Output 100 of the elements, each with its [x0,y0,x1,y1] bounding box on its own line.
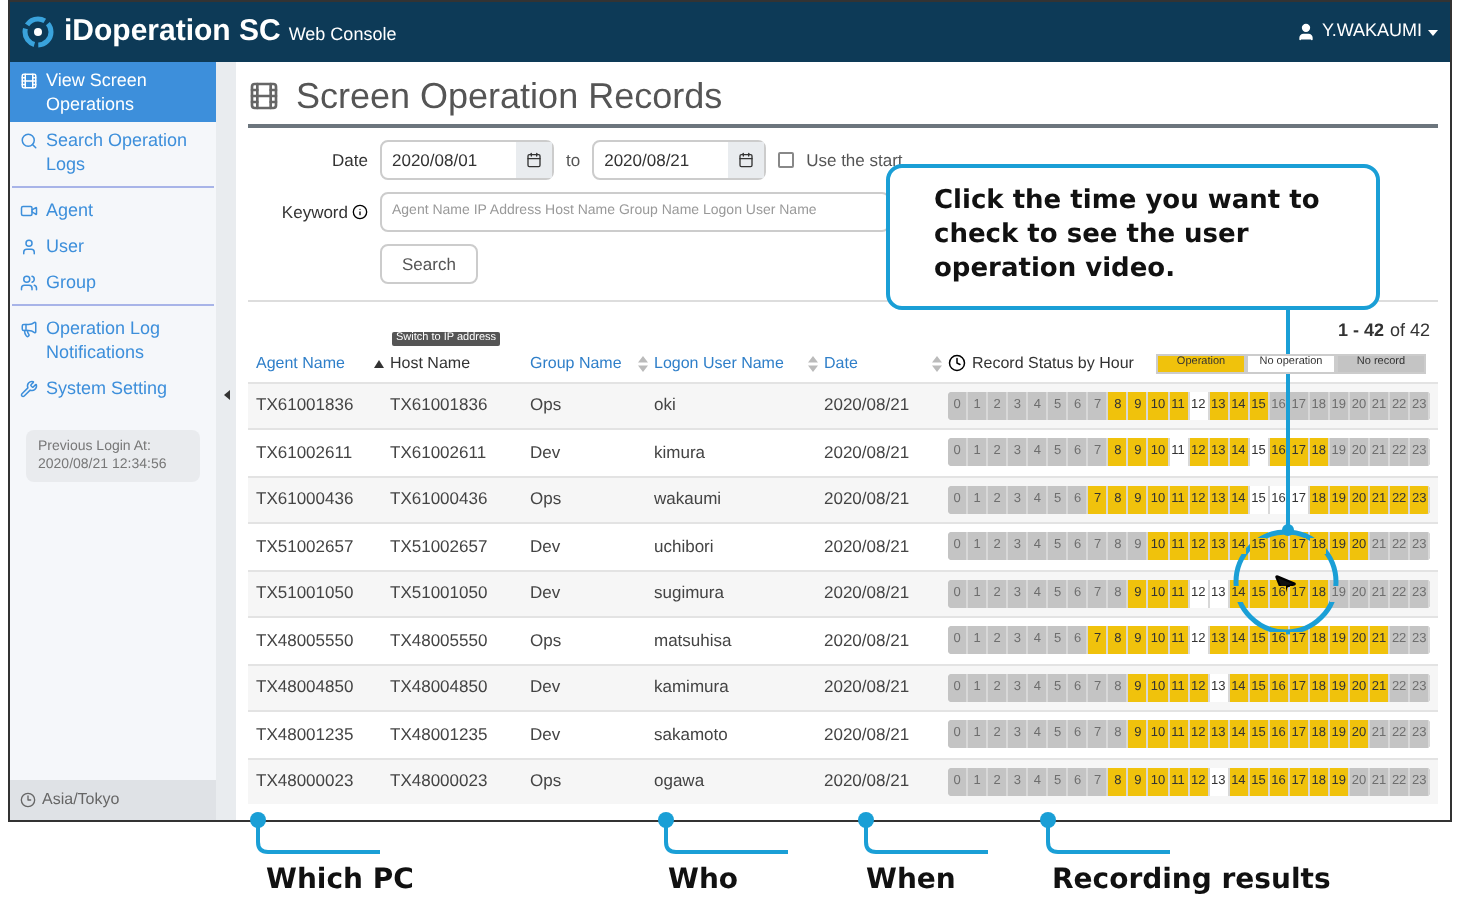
leader-line [248,810,380,858]
start-date-field[interactable]: 2020/08/01 [380,140,554,180]
sort-ascending-icon[interactable] [374,359,384,367]
table-cell: uchibori [654,535,714,556]
table-cell: TX51001050 [256,582,354,603]
column-header[interactable]: Logon User Name [654,351,784,375]
table-cell: TX48004850 [256,676,354,697]
result-total: of 42 [1389,318,1430,344]
table-cell: 2020/08/21 [824,629,910,650]
table-cell: 2020/08/21 [824,723,910,744]
table-cell: TX48001235 [390,723,488,744]
leader-line [856,810,988,858]
wrench-icon [20,379,38,397]
annotation-label: Who [668,862,739,900]
page-title: Screen Operation Records [296,73,723,120]
callout-box: Click the time you want to check to see the user operation video. [886,164,1380,310]
table-cell: kamimura [654,676,729,697]
table-cell: TX51002657 [256,535,354,556]
sort-icon[interactable] [808,355,818,371]
sidebar-item[interactable]: System Setting [10,370,216,406]
caret-icon [1428,29,1438,35]
table-cell: kimura [654,441,706,462]
annotation-label: Recording results [1052,862,1331,900]
table-cell: TX51002657 [390,535,488,556]
table-cell: Dev [530,676,561,697]
table-cell: matsuhisa [654,629,732,650]
sidebar-item[interactable]: Operation Log Notifications [10,310,216,370]
table-cell: 2020/08/21 [824,770,910,791]
info-icon [352,204,368,220]
sidebar-toggle[interactable] [216,62,236,820]
annotation-label: Which PC [266,862,414,900]
screen-icon [20,71,38,89]
keyword-label: Keyword [281,199,348,225]
table-cell: TX61002611 [390,441,487,462]
table-cell: TX48004850 [390,676,488,697]
user-icon [1295,22,1316,42]
table-cell: 2020/08/21 [824,488,910,509]
table-cell: TX48005550 [256,629,354,650]
table-cell: Dev [530,535,561,556]
table-cell: TX48000023 [256,770,354,791]
column-header[interactable]: Agent Name [256,351,345,375]
clock-icon [948,354,966,372]
checkbox[interactable] [778,152,795,168]
table-cell: ogawa [654,770,705,791]
leader-line [656,810,788,858]
sidebar-item[interactable]: User [10,228,216,264]
table-cell: TX61000436 [390,488,488,509]
group-icon [20,273,38,291]
collapse-arrow-icon [223,390,229,400]
table-cell: TX48001235 [256,723,354,744]
column-header[interactable]: Group Name [530,351,622,375]
table-cell: Ops [530,770,562,791]
user-menu[interactable]: Y.WAKAUMI [1295,18,1438,46]
end-date-field[interactable]: 2020/08/21 [592,140,767,180]
search-button[interactable]: Search [380,244,478,284]
film-icon [248,80,280,112]
sidebar-item[interactable]: Group [10,264,216,300]
sidebar-item[interactable]: Agent [10,192,216,228]
timezone-text: Asia/Tokyo [42,788,120,812]
annotation-label: When [866,862,956,900]
table-cell: Dev [530,582,561,603]
table-cell: sugimura [654,582,724,603]
table-cell: 2020/08/21 [824,535,910,556]
sidebar-item[interactable]: Search Operation Logs [10,122,216,182]
calendar-icon[interactable] [526,152,542,168]
table-cell: TX61002611 [256,441,353,462]
calendar-icon[interactable] [738,152,755,168]
brand-subtitle: Web Console [288,21,397,48]
table-cell: TX61001836 [256,394,354,415]
leader-line [1038,810,1170,858]
search-icon [20,131,38,149]
table-cell: oki [654,394,676,415]
brand-name: iDoperation SC [64,11,281,52]
table-cell: Ops [530,394,562,415]
table-cell: 2020/08/21 [824,394,910,415]
table-cell: 2020/08/21 [824,582,910,603]
table-cell: wakaumi [654,488,722,509]
table-cell: 2020/08/21 [824,676,910,697]
date-label: Date [330,147,368,173]
column-header: Record Status by Hour [972,351,1134,375]
table-cell: TX48005550 [390,629,488,650]
column-header[interactable]: Date [824,351,858,375]
table-cell: TX61000436 [256,488,354,509]
logo-icon [22,16,54,48]
sidebar-item[interactable]: View Screen Operations [10,62,216,122]
column-header: Host Name [390,351,471,375]
user-icon [20,237,38,255]
sort-icon[interactable] [932,355,942,371]
table-cell: Dev [530,723,561,744]
table-cell: Ops [530,488,562,509]
table-cell: sakamoto [654,723,728,744]
clock-icon [20,792,36,808]
table-cell: TX51001050 [390,582,488,603]
sort-icon[interactable] [638,355,648,371]
table-cell: 2020/08/21 [824,441,910,462]
table-cell: TX48000023 [390,770,488,791]
table-cell: Dev [530,441,561,462]
camera-icon [20,201,38,219]
table-cell: TX61001836 [390,394,488,415]
megaphone-icon [20,319,38,337]
